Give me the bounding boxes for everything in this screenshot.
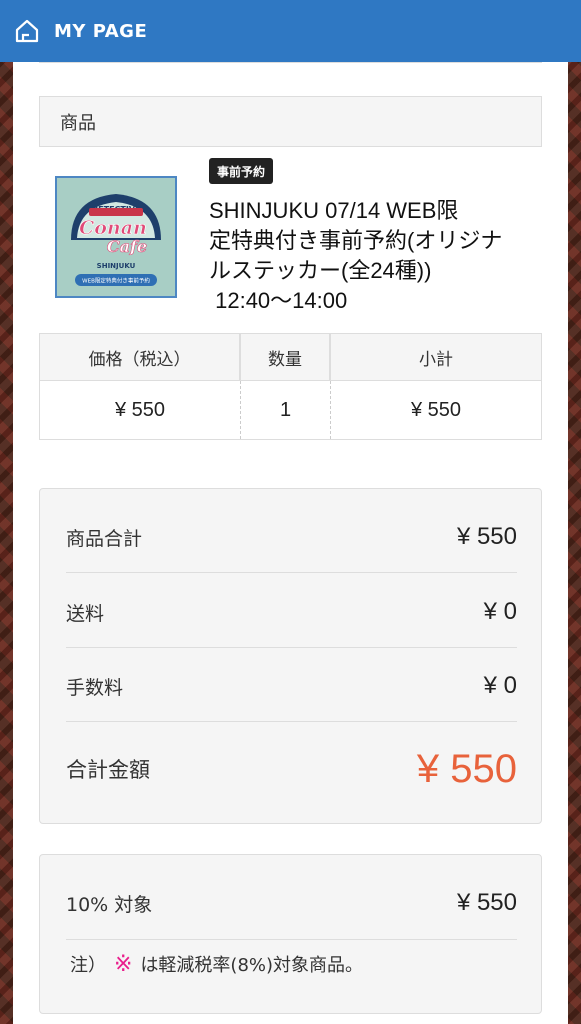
logo-city: SHINJUKU: [97, 262, 136, 270]
summary-label: 手数料: [66, 676, 124, 699]
product-name: SHINJUKU 07/14 WEB限 定特典付き事前予約(オリジナ ルステッカ…: [209, 196, 519, 316]
tax-breakdown: 10% 対象 ¥ 550 注） ※ は軽減税率(8%)対象商品。: [39, 854, 542, 1014]
divider: [66, 647, 517, 648]
summary-row-fee: 手数料 ¥ 0: [66, 665, 517, 707]
table-row: ¥ 550 1 ¥ 550: [40, 381, 541, 439]
product-name-line: 定特典付き事前予約(オリジナ: [209, 228, 503, 253]
logo-word-cafe: Cafe: [107, 237, 147, 256]
preorder-badge-label: 事前予約: [217, 164, 266, 179]
product-image: DETECTIVE Conan Cafe SHINJUKU WEB限定特典付き事…: [55, 176, 177, 298]
summary-value: ¥ 550: [456, 523, 517, 550]
preorder-badge: 事前予約: [209, 158, 274, 184]
tax-value: ¥ 550: [456, 889, 517, 916]
divider: [39, 62, 542, 63]
section-header: 商品: [39, 96, 542, 147]
total-label: 合計金額: [66, 758, 150, 782]
summary-row-shipping: 送料 ¥ 0: [66, 591, 517, 633]
divider: [66, 572, 517, 573]
col-header-subtotal: 小計: [419, 349, 453, 370]
col-header-price: 価格（税込）: [40, 334, 241, 380]
cell-subtotal: ¥ 550: [410, 398, 462, 421]
summary-row-grand-total: 合計金額 ¥ 550: [66, 741, 517, 797]
summary-label: 商品合計: [66, 527, 143, 550]
order-card: 商品 DETECTIVE Conan Cafe SHINJUKU WEB限定特典…: [13, 62, 568, 1024]
page-title: MY PAGE: [54, 20, 148, 42]
price-table: 価格（税込） 数量 小計 ¥ 550 1 ¥ 550: [39, 333, 542, 440]
product-name-line: 12:40〜14:00: [209, 288, 348, 313]
reduced-rate-mark: ※: [114, 951, 133, 977]
home-icon[interactable]: [14, 18, 40, 44]
summary-value: ¥ 0: [483, 672, 517, 699]
app-header: MY PAGE: [0, 0, 581, 62]
divider: [66, 939, 517, 940]
conan-cafe-logo: DETECTIVE Conan Cafe SHINJUKU WEB限定特典付き事…: [57, 178, 175, 296]
total-value: ¥ 550: [416, 746, 517, 791]
order-summary: 商品合計 ¥ 550 送料 ¥ 0 手数料 ¥ 0 合計金額 ¥ 550: [39, 488, 542, 824]
tax-row: 10% 対象 ¥ 550: [66, 882, 517, 924]
col-header-qty: 数量: [241, 334, 331, 380]
divider: [66, 721, 517, 722]
summary-row-item-total: 商品合計 ¥ 550: [66, 516, 517, 558]
product-name-line: SHINJUKU 07/14 WEB限: [209, 198, 459, 223]
cell-qty: 1: [241, 381, 331, 439]
note-text: は軽減税率(8%)対象商品。: [140, 955, 364, 976]
summary-value: ¥ 0: [483, 598, 517, 625]
product-name-line: ルステッカー(全24種)): [209, 258, 432, 283]
logo-band: WEB限定特典付き事前予約: [82, 277, 150, 285]
logo-word-conan: Conan: [79, 217, 147, 239]
cell-price: ¥ 550: [40, 381, 241, 439]
summary-label: 送料: [66, 602, 105, 625]
section-title: 商品: [60, 112, 96, 134]
note-prefix: 注）: [70, 955, 106, 976]
tax-note: 注） ※ は軽減税率(8%)対象商品。: [70, 951, 363, 977]
tax-label: 10% 対象: [66, 893, 153, 916]
table-header-row: 価格（税込） 数量 小計: [40, 334, 541, 381]
